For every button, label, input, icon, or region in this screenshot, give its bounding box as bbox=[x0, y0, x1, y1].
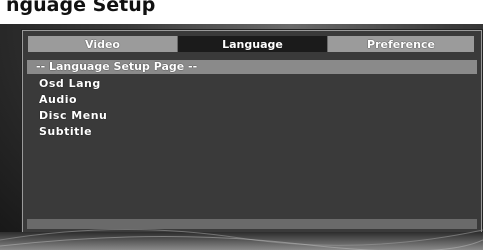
page-heading: nguage Setup bbox=[6, 0, 156, 16]
decorative-swoosh bbox=[0, 229, 483, 250]
tab-video[interactable]: Video bbox=[28, 36, 178, 52]
menu-item-subtitle[interactable]: Subtitle bbox=[39, 125, 239, 141]
header-strip: nguage Setup bbox=[0, 0, 483, 24]
tab-preference[interactable]: Preference bbox=[328, 36, 474, 52]
tab-bar: Video Language Preference bbox=[28, 36, 474, 52]
menu-item-osd-lang[interactable]: Osd Lang bbox=[39, 77, 239, 93]
settings-menu: Osd Lang Audio Disc Menu Subtitle bbox=[39, 77, 239, 141]
menu-item-audio[interactable]: Audio bbox=[39, 93, 239, 109]
menu-item-disc-menu[interactable]: Disc Menu bbox=[39, 109, 239, 125]
tab-language[interactable]: Language bbox=[178, 36, 328, 52]
setup-page-title: -- Language Setup Page -- bbox=[27, 60, 477, 74]
